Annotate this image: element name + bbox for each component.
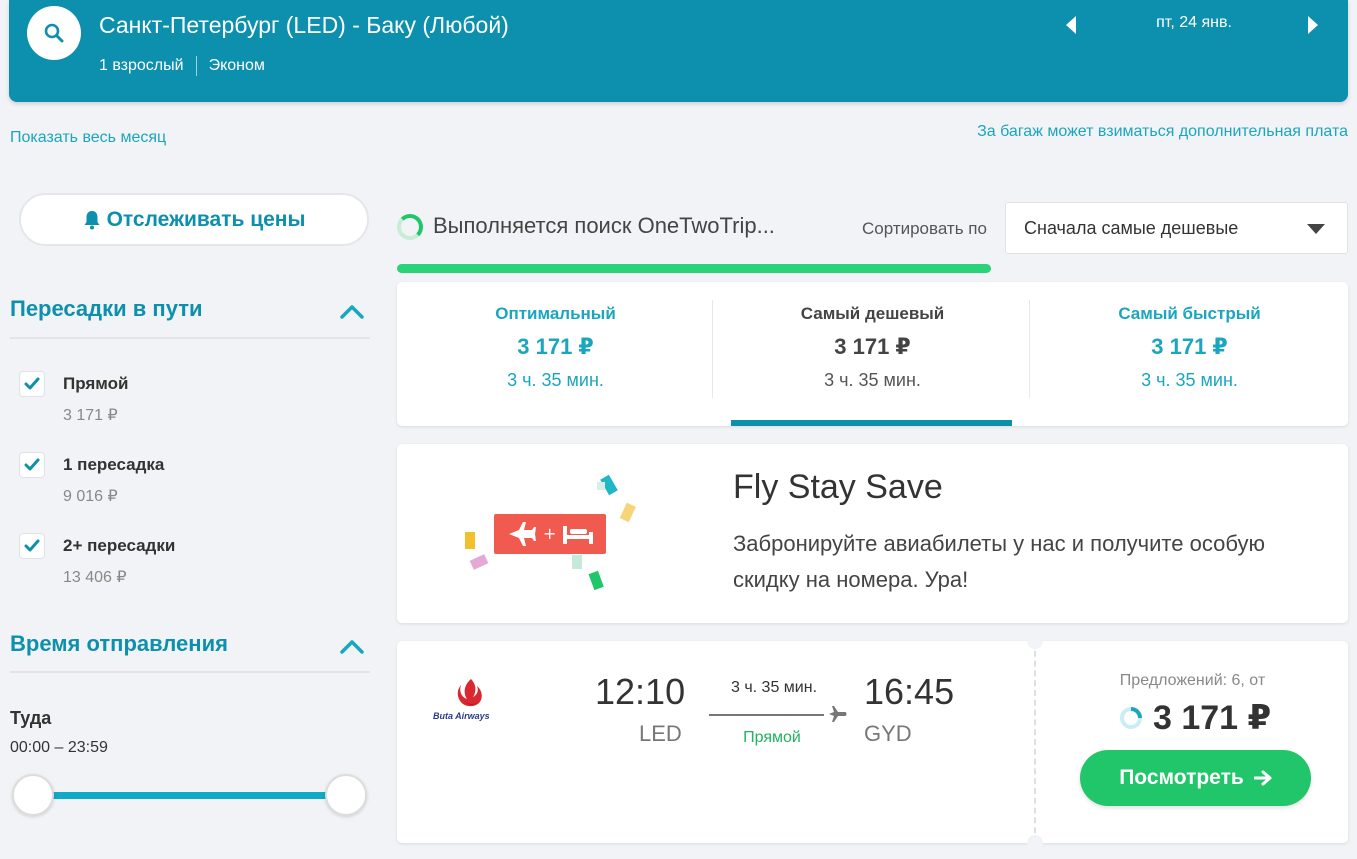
loading-spinner-icon: [397, 214, 423, 240]
departure-time: 12:10: [595, 671, 686, 712]
chevron-up-icon[interactable]: [338, 301, 366, 321]
stop-option-direct[interactable]: Прямой 3 171 ₽: [19, 371, 359, 431]
arrow-right-icon: [1308, 16, 1318, 34]
stop-option-two-plus[interactable]: 2+ пересадки 13 406 ₽: [19, 533, 359, 593]
ticket-notch: [1027, 835, 1043, 851]
svg-text:+: +: [543, 524, 556, 543]
checkbox-direct[interactable]: [19, 371, 45, 397]
checkmark-icon: [24, 539, 40, 552]
airline-name: Buta Airways: [433, 711, 490, 721]
divider: [195, 56, 197, 76]
divider: [1029, 300, 1030, 398]
caret-down-icon: [1307, 224, 1325, 234]
checkbox-two-plus[interactable]: [19, 533, 45, 559]
tab-optimal[interactable]: Оптимальный 3 171 ₽ 3 ч. 35 мин.: [397, 282, 714, 426]
show-month-link[interactable]: Показать весь месяц: [10, 129, 166, 147]
stop-price: 9 016 ₽: [63, 488, 118, 505]
view-flight-button[interactable]: Посмотреть: [1080, 750, 1311, 806]
departure-filter-title[interactable]: Время отправления: [10, 631, 228, 657]
view-button-label: Посмотреть: [1119, 766, 1244, 789]
promo-banner[interactable]: + Fly Stay Save Забронируйте авиабилеты …: [397, 444, 1348, 623]
next-date-button[interactable]: [1301, 12, 1325, 38]
direction-label: Туда: [10, 708, 52, 728]
time-range-value: 00:00 – 23:59: [10, 739, 108, 756]
search-progress-bar: [397, 264, 991, 273]
search-button[interactable]: [27, 6, 81, 60]
summary-tabs: Оптимальный 3 171 ₽ 3 ч. 35 мин. Самый д…: [397, 282, 1348, 426]
tab-title: Оптимальный: [495, 304, 616, 323]
arrival-time: 16:45: [864, 671, 955, 712]
selected-date[interactable]: пт, 24 янв.: [1109, 14, 1279, 32]
flight-hotel-promo-icon: +: [465, 474, 636, 591]
previous-date-button[interactable]: [1059, 12, 1083, 38]
divider: [10, 337, 370, 339]
price-row: 3 171 ₽: [1119, 698, 1271, 738]
promo-title: Fly Stay Save: [733, 468, 943, 506]
sort-select[interactable]: Сначала самые дешевые: [1005, 202, 1348, 254]
tab-duration: 3 ч. 35 мин.: [1141, 370, 1238, 390]
time-slider-end-handle[interactable]: [325, 774, 367, 816]
ticket-notch: [1027, 633, 1043, 649]
stop-label: Прямой: [63, 374, 129, 393]
divider: [1034, 641, 1036, 843]
tab-price: 3 171 ₽: [517, 334, 594, 359]
tab-duration: 3 ч. 35 мин.: [824, 370, 921, 390]
departure-airport: LED: [639, 721, 682, 746]
stop-label: 1 пересадка: [63, 455, 165, 474]
passengers-count: 1 взрослый: [99, 57, 184, 74]
divider: [712, 300, 713, 398]
loading-spinner-icon: [1120, 707, 1142, 729]
divider: [10, 671, 370, 673]
arrow-left-icon: [1066, 16, 1076, 34]
promo-text: Забронируйте авиабилеты у нас и получите…: [733, 531, 1265, 592]
tab-price: 3 171 ₽: [834, 334, 911, 359]
flight-price: 3 171 ₽: [1153, 699, 1272, 737]
active-tab-indicator: [731, 420, 1012, 426]
stop-option-one[interactable]: 1 пересадка 9 016 ₽: [19, 452, 359, 512]
time-slider-start-handle[interactable]: [12, 774, 54, 816]
stops-badge: Прямой: [743, 729, 801, 746]
tab-title: Самый дешевый: [800, 304, 945, 323]
sort-value: Сначала самые дешевые: [1024, 218, 1239, 238]
route-title[interactable]: Санкт-Петербург (LED) - Баку (Любой): [99, 12, 509, 39]
search-status: Выполняется поиск OneTwoTrip...: [433, 213, 775, 238]
stop-price: 3 171 ₽: [63, 407, 118, 424]
search-header: Санкт-Петербург (LED) - Баку (Любой) 1 в…: [9, 0, 1348, 102]
track-prices-button[interactable]: Отслеживать цены: [19, 193, 369, 246]
cabin-class: Эконом: [208, 57, 265, 74]
checkmark-icon: [24, 458, 40, 471]
airline-logo: Buta Airways: [431, 677, 511, 727]
search-icon: [44, 23, 64, 43]
sort-label: Сортировать по: [862, 219, 987, 238]
bell-icon: [83, 210, 101, 230]
flight-result-card[interactable]: Buta Airways 12:10 LED 3 ч. 35 мин. Прям…: [397, 633, 1348, 851]
flight-duration: 3 ч. 35 мин.: [730, 679, 818, 696]
offers-count: Предложений: 6, от: [1119, 672, 1266, 689]
tab-cheapest[interactable]: Самый дешевый 3 171 ₽ 3 ч. 35 мин.: [714, 282, 1031, 426]
route-line: [709, 714, 824, 716]
checkbox-one-stop[interactable]: [19, 452, 45, 478]
trip-params[interactable]: 1 взрослый Эконом: [99, 56, 265, 76]
tab-title: Самый быстрый: [1118, 304, 1261, 323]
stop-price: 13 406 ₽: [63, 569, 127, 586]
arrow-right-icon: [1253, 770, 1272, 786]
tab-duration: 3 ч. 35 мин.: [507, 370, 604, 390]
time-slider-track[interactable]: [34, 792, 346, 799]
stops-filter-title[interactable]: Пересадки в пути: [10, 296, 203, 322]
checkmark-icon: [24, 377, 40, 390]
track-prices-label: Отслеживать цены: [106, 207, 306, 231]
baggage-fee-link[interactable]: За багаж может взиматься дополнительная …: [977, 123, 1348, 141]
chevron-up-icon[interactable]: [338, 636, 366, 656]
tab-fastest[interactable]: Самый быстрый 3 171 ₽ 3 ч. 35 мин.: [1031, 282, 1348, 426]
airplane-icon: [829, 706, 847, 722]
arrival-airport: GYD: [864, 721, 912, 746]
tab-price: 3 171 ₽: [1151, 334, 1228, 359]
stop-label: 2+ пересадки: [63, 536, 176, 555]
